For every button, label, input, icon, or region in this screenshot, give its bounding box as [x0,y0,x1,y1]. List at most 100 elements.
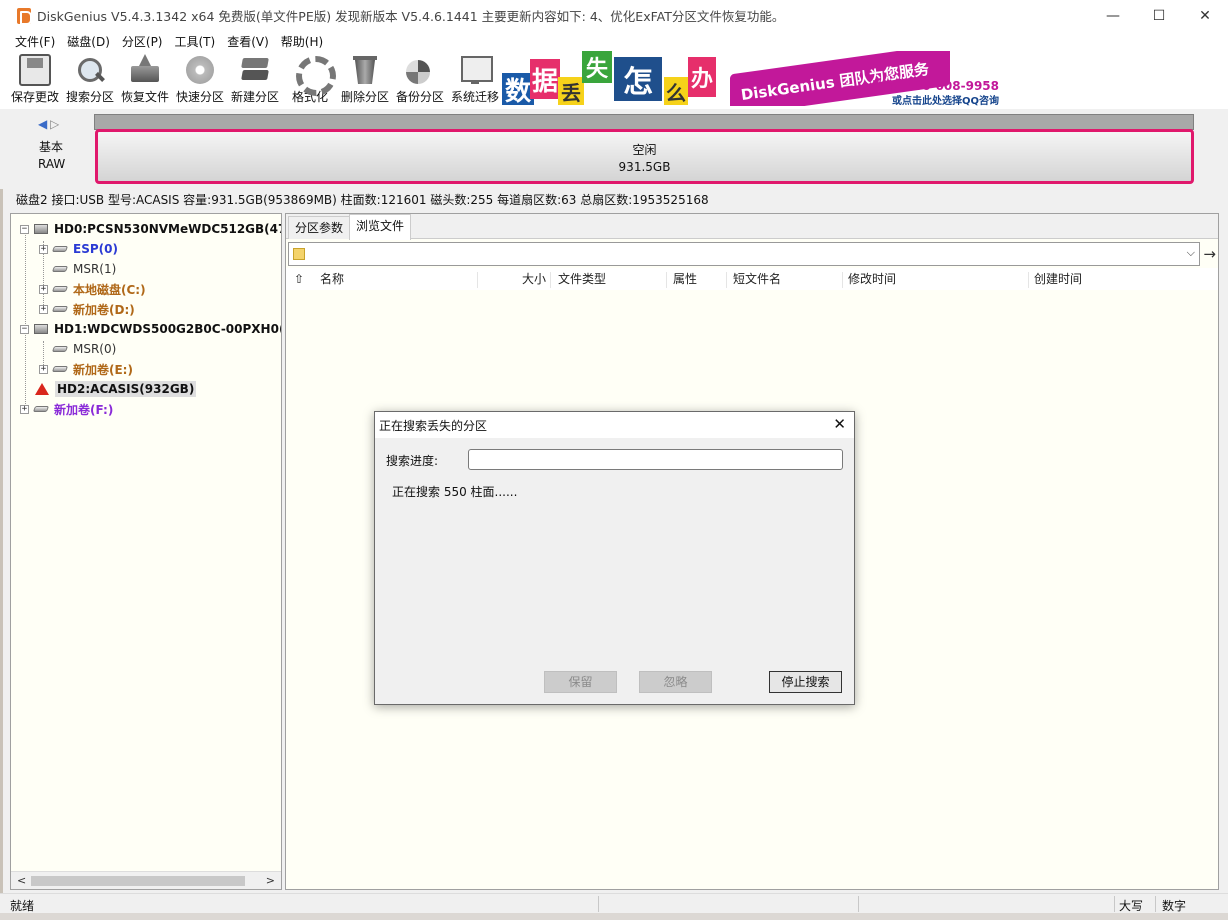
system-migrate-button[interactable]: 系统迁移 [448,54,502,106]
banner-qq-link[interactable]: 或点击此处选择QQ咨询 [892,92,999,106]
disk-map: ◀ ▷ 基本 RAW 空闲 931.5GB [0,109,1228,189]
expand-icon[interactable]: + [39,284,48,294]
warning-icon [35,383,49,395]
menu-disk[interactable]: 磁盘(D) [61,33,116,50]
file-list-header: ⇧ 名称 大小 文件类型 属性 短文件名 修改时间 创建时间 [286,268,1218,290]
maximize-button[interactable]: ☐ [1136,0,1182,31]
menu-tools[interactable]: 工具(T) [169,33,222,50]
disk-info-line: 磁盘2 接口:USB 型号:ACASIS 容量:931.5GB(953869MB… [16,193,709,207]
disk-tree: − HD0:PCSN530NVMeWDC512GB(477GB) + ESP(0… [10,213,282,890]
menu-bar: 文件(F) 磁盘(D) 分区(P) 工具(T) 查看(V) 帮助(H) [0,31,1228,51]
free-space-size: 931.5GB [618,160,671,174]
partition-icon [51,266,69,272]
save-changes-button[interactable]: 保存更改 [8,54,62,106]
stop-search-button[interactable]: 停止搜索 [769,671,842,693]
tree-item-msr1[interactable]: MSR(1) [51,259,117,279]
hard-disk-icon [34,224,48,234]
tab-partition-params[interactable]: 分区参数 [288,216,351,239]
next-disk-icon[interactable]: ▷ [50,117,62,131]
backup-partition-button[interactable]: 备份分区 [393,54,447,106]
expand-icon[interactable]: + [39,364,48,374]
tree-item-hd0[interactable]: − HD0:PCSN530NVMeWDC512GB(477GB) [20,219,281,239]
up-arrow-icon[interactable]: ⇧ [294,270,304,288]
chevron-down-icon[interactable]: ⌵ [1187,246,1195,260]
column-created[interactable]: 创建时间 [1034,270,1082,288]
column-name[interactable]: 名称 [320,270,344,288]
format-button[interactable]: 格式化 [283,54,337,106]
prev-disk-icon[interactable]: ◀ [38,117,50,131]
collapse-icon[interactable]: − [20,324,29,334]
column-size[interactable]: 大小 [522,270,546,288]
tree-item-c[interactable]: + 本地磁盘(C:) [39,279,146,299]
scroll-right-icon[interactable]: > [266,874,275,887]
search-partition-button[interactable]: 搜索分区 [63,54,117,106]
tree-label-hd0: HD0:PCSN530NVMeWDC512GB(477GB) [54,222,281,236]
dialog-title: 正在搜索丢失的分区 [379,419,488,433]
collapse-icon[interactable]: − [20,224,29,234]
ignore-button[interactable]: 忽略 [639,671,712,693]
banner-char-4: 失 [582,51,612,83]
column-type[interactable]: 文件类型 [558,270,606,288]
save-icon [19,54,51,86]
tree-item-msr0[interactable]: MSR(0) [51,339,116,359]
folder-icon [293,248,305,260]
progress-label: 搜索进度: [386,454,439,468]
search-partition-label: 搜索分区 [65,90,114,104]
disk-kind: 基本 RAW [38,139,65,173]
tree-item-e[interactable]: + 新加卷(E:) [39,359,133,379]
free-space-label: 空闲 [632,143,657,157]
free-space-block[interactable]: 空闲 931.5GB [95,129,1194,184]
tree-label-hd2: HD2:ACASIS(932GB) [55,381,197,397]
delete-icon [349,54,381,86]
partition-icon [51,286,69,292]
support-banner[interactable]: 数 据 丢 失 怎 么 办 DiskGenius 团队为您服务 致电: 400-… [502,51,1003,106]
quick-partition-button[interactable]: 快速分区 [173,54,227,106]
column-short-name[interactable]: 短文件名 [733,270,781,288]
backup-partition-label: 备份分区 [395,90,444,104]
new-partition-icon [239,54,271,86]
column-attributes[interactable]: 属性 [673,270,697,288]
menu-view[interactable]: 查看(V) [221,33,275,50]
hard-disk-icon [34,324,48,334]
toolbar: 保存更改 搜索分区 恢复文件 快速分区 新建分区 格式化 删除分区 备份分区 系… [0,51,1228,109]
tree-horizontal-scrollbar[interactable]: < > [11,871,281,889]
tree-item-hd1[interactable]: − HD1:WDCWDS500G2B0C-00PXH0(466GB) [20,319,281,339]
title-bar: DiskGenius V5.4.3.1342 x64 免费版(单文件PE版) 发… [0,0,1228,31]
expand-icon[interactable]: + [20,404,29,414]
menu-partition[interactable]: 分区(P) [116,33,169,50]
keep-button[interactable]: 保留 [544,671,617,693]
banner-char-3: 丢 [558,77,584,105]
tab-strip: 分区参数 浏览文件 [286,214,1218,240]
expand-icon[interactable]: + [39,244,48,254]
tree-label-msr1: MSR(1) [73,262,117,276]
migrate-icon [459,54,493,86]
quick-partition-icon [184,54,216,86]
dialog-close-icon[interactable]: ✕ [833,415,846,433]
scroll-left-icon[interactable]: < [17,874,26,887]
num-lock-indicator: 数字 [1162,899,1187,913]
path-combobox[interactable]: ⌵ [288,242,1200,266]
tree-label-d: 新加卷(D:) [73,302,135,317]
new-partition-button[interactable]: 新建分区 [228,54,282,106]
column-modified[interactable]: 修改时间 [848,270,896,288]
tab-browse-files[interactable]: 浏览文件 [349,214,412,240]
partition-icon [51,306,69,312]
recover-files-button[interactable]: 恢复文件 [118,54,172,106]
tree-label-esp: ESP(0) [73,242,118,256]
tree-item-d[interactable]: + 新加卷(D:) [39,299,135,319]
go-arrow-icon[interactable]: → [1203,245,1216,263]
expand-icon[interactable]: + [39,304,48,314]
tree-item-esp[interactable]: + ESP(0) [39,239,118,259]
status-bar: 就绪 大写 数字 [0,893,1228,913]
delete-partition-button[interactable]: 删除分区 [338,54,392,106]
menu-help[interactable]: 帮助(H) [275,33,329,50]
close-button[interactable]: ✕ [1182,0,1228,31]
recover-icon [129,54,161,86]
minimize-button[interactable]: — [1090,0,1136,31]
tree-item-f[interactable]: + 新加卷(F:) [20,399,113,419]
tree-label-hd1: HD1:WDCWDS500G2B0C-00PXH0(466GB) [54,322,281,336]
system-migrate-label: 系统迁移 [450,90,499,104]
menu-file[interactable]: 文件(F) [9,33,61,50]
tree-item-hd2[interactable]: HD2:ACASIS(932GB) [35,379,197,399]
scroll-thumb[interactable] [31,876,245,886]
